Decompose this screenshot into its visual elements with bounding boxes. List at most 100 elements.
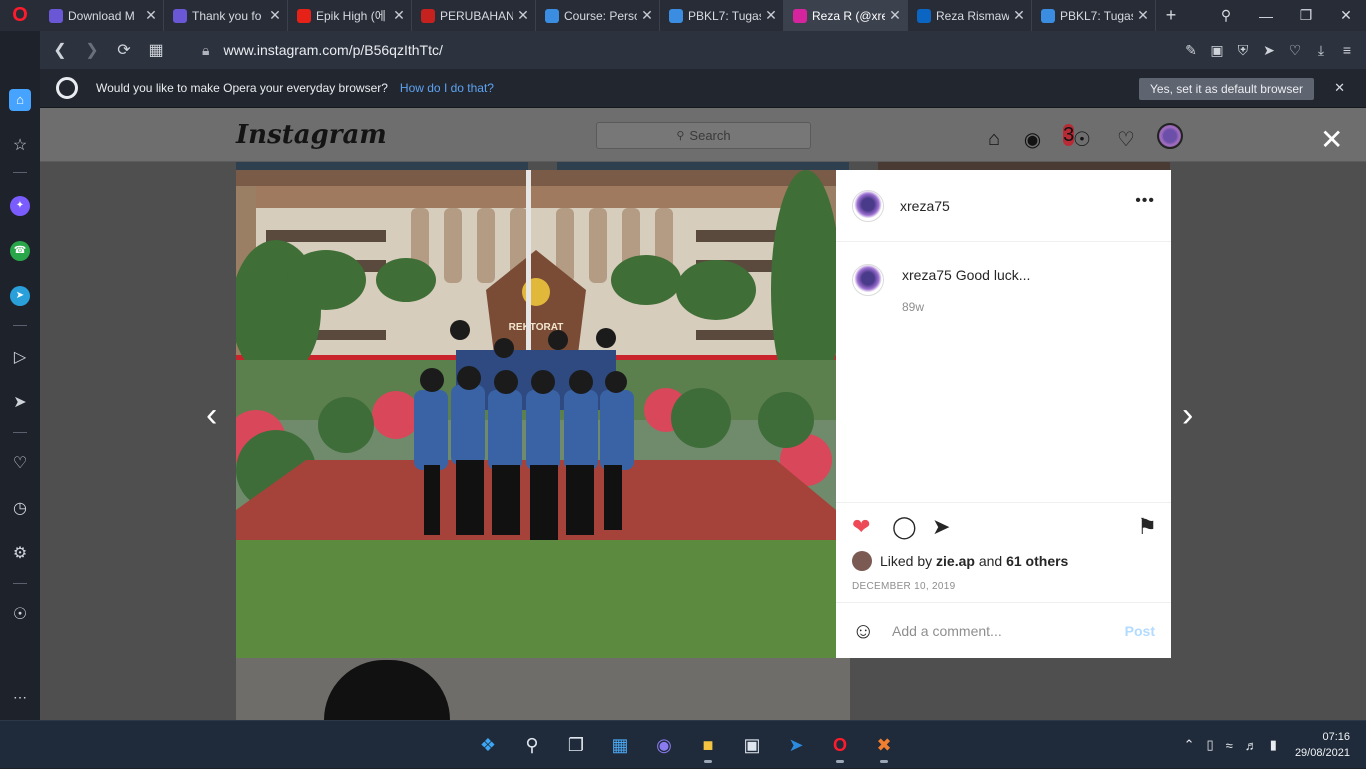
telegram-icon[interactable]: ➤ (10, 286, 30, 306)
volume-icon[interactable]: ♬ (1245, 738, 1258, 753)
camera-icon[interactable]: ▣ (1204, 42, 1230, 59)
download-icon[interactable]: ⤓ (1308, 42, 1334, 59)
browser-tab[interactable]: PBKL7: Tugas ✕ (1032, 0, 1156, 31)
widgets-icon[interactable]: ▦ (598, 727, 642, 763)
xampp-icon[interactable]: ✖ (862, 727, 906, 763)
url-field[interactable]: 🔒︎ www.instagram.com/p/B56qzIthTtc/ (202, 42, 443, 59)
caption-username[interactable]: xreza75 (902, 267, 952, 283)
tab-search-icon[interactable]: ⚲ (1206, 7, 1246, 24)
heart-icon[interactable]: ♡ (1282, 42, 1308, 59)
direct-messages-icon[interactable]: ◉ 3 (1016, 123, 1075, 152)
post-date[interactable]: DECEMBER 10, 2019 (852, 581, 955, 592)
minimize-button[interactable]: — (1246, 8, 1286, 24)
speed-dial-home-icon[interactable]: ⌂ (9, 89, 31, 111)
browser-tab[interactable]: PERUBAHAN ✕ (412, 0, 536, 31)
set-default-button[interactable]: Yes, set it as default browser (1139, 78, 1314, 100)
sidebar-divider (13, 172, 27, 173)
how-link[interactable]: How do I do that? (400, 81, 494, 95)
post-photo[interactable]: REKTORAT (236, 170, 836, 658)
tab-favicon-icon (421, 8, 435, 23)
back-icon[interactable]: ❮ (44, 40, 76, 60)
tabs-grid-icon[interactable]: ▦ (140, 40, 172, 60)
start-windows-icon[interactable]: ❖ (466, 727, 510, 763)
clock[interactable]: 07:16 29/08/2021 (1295, 729, 1350, 761)
menu-icon[interactable]: ≡ (1334, 42, 1360, 58)
close-tab-icon[interactable]: ✕ (393, 7, 405, 24)
photo-illustration: REKTORAT (236, 170, 836, 658)
vscode-icon[interactable]: ➤ (774, 727, 818, 763)
browser-tab[interactable]: Epik High (에 ✕ (288, 0, 412, 31)
close-post-icon[interactable]: ✕ (1320, 126, 1343, 154)
send-icon[interactable]: ➤ (1256, 42, 1282, 59)
close-tab-icon[interactable]: ✕ (1137, 7, 1149, 24)
close-infobar-icon[interactable]: ✕ (1334, 80, 1345, 96)
liked-others-link[interactable]: 61 others (1006, 553, 1068, 569)
emoji-icon[interactable]: ☺ (852, 618, 892, 644)
bookmarks-icon[interactable]: ☆ (0, 135, 40, 155)
close-tab-icon[interactable]: ✕ (765, 7, 777, 24)
player-icon[interactable]: ▷ (0, 347, 40, 367)
author-username[interactable]: xreza75 (900, 198, 950, 214)
share-icon[interactable]: ➤ (932, 514, 972, 540)
task-view-icon[interactable]: ❐ (554, 727, 598, 763)
post-actions: ❤ ◯ ➤ ⚑ Liked by zie.ap and 61 others DE… (836, 502, 1171, 602)
browser-tab[interactable]: Download M ✕ (40, 0, 164, 31)
activity-heart-icon[interactable]: ♡ (1104, 127, 1148, 152)
comment-icon[interactable]: ◯ (892, 514, 932, 540)
teams-chat-icon[interactable]: ◉ (642, 727, 686, 763)
new-tab-button[interactable]: + (1156, 5, 1186, 26)
close-window-button[interactable]: ✕ (1326, 7, 1366, 24)
opera-taskbar-icon[interactable]: O (818, 727, 862, 763)
battery-icon[interactable]: ▮ (1270, 737, 1277, 753)
forward-icon[interactable]: ❯ (76, 40, 108, 60)
close-tab-icon[interactable]: ✕ (641, 7, 653, 24)
show-hidden-icons-chevron-icon[interactable]: ⌃ (1184, 737, 1195, 753)
profile-avatar[interactable] (1148, 123, 1192, 155)
edit-icon[interactable]: ✎ (1178, 42, 1204, 59)
opera-menu-icon[interactable]: O (0, 0, 40, 31)
flow-send-icon[interactable]: ➤ (0, 392, 40, 412)
caption-text: xreza75 Good luck... (902, 267, 1155, 283)
liked-by-user[interactable]: zie.ap (936, 553, 975, 569)
history-icon[interactable]: ◷ (0, 498, 40, 518)
browser-tab[interactable]: Reza R (@xre ✕ (784, 0, 908, 31)
explore-compass-icon[interactable]: ☉ (1060, 127, 1104, 152)
close-tab-icon[interactable]: ✕ (145, 7, 157, 24)
browser-tab[interactable]: PBKL7: Tugas ✕ (660, 0, 784, 31)
usb-icon[interactable]: ▯ (1206, 737, 1213, 753)
liker-avatar[interactable] (852, 551, 872, 571)
file-explorer-icon[interactable]: ■ (686, 727, 730, 763)
store-icon[interactable]: ▣ (730, 727, 774, 763)
comment-input[interactable]: Add a comment... (892, 623, 1125, 639)
search-icon[interactable]: ⚲ (510, 727, 554, 763)
reload-icon[interactable]: ⟳ (108, 40, 140, 60)
my-flow-heart-icon[interactable]: ♡ (0, 453, 40, 473)
previous-post-arrow-icon[interactable]: ‹ (206, 396, 217, 435)
browser-tab[interactable]: Thank you fo ✕ (164, 0, 288, 31)
close-tab-icon[interactable]: ✕ (517, 7, 529, 24)
like-heart-icon[interactable]: ❤ (852, 514, 892, 540)
messenger-icon[interactable]: ✦ (10, 196, 30, 216)
tips-lightbulb-icon[interactable]: ☉ (0, 604, 40, 624)
browser-tab[interactable]: Reza Rismaw ✕ (908, 0, 1032, 31)
post-comment-button[interactable]: Post (1125, 623, 1155, 639)
maximize-button[interactable]: ❐ (1286, 7, 1326, 24)
settings-gear-icon[interactable]: ⚙ (0, 543, 40, 563)
author-avatar[interactable] (852, 189, 884, 222)
caption-avatar[interactable] (852, 264, 884, 296)
instagram-logo[interactable]: Instagram (236, 120, 387, 150)
search-input[interactable]: ⚲ Search (596, 122, 811, 149)
shield-icon[interactable]: ⛨ (1230, 42, 1256, 59)
sidebar-more-icon[interactable]: ⋯ (0, 689, 40, 706)
save-bookmark-icon[interactable]: ⚑ (1137, 514, 1157, 540)
browser-tab[interactable]: Course: Perso ✕ (536, 0, 660, 31)
next-post-arrow-icon[interactable]: › (1182, 396, 1193, 435)
wifi-icon[interactable]: ≈ (1226, 738, 1233, 753)
close-tab-icon[interactable]: ✕ (889, 7, 901, 24)
whatsapp-icon[interactable]: ☎ (10, 241, 30, 261)
close-tab-icon[interactable]: ✕ (269, 7, 281, 24)
close-tab-icon[interactable]: ✕ (1013, 7, 1025, 24)
more-options-icon[interactable]: ••• (1135, 192, 1155, 210)
home-icon[interactable]: ⌂ (972, 128, 1016, 151)
caption-age[interactable]: 89w (902, 300, 1155, 314)
